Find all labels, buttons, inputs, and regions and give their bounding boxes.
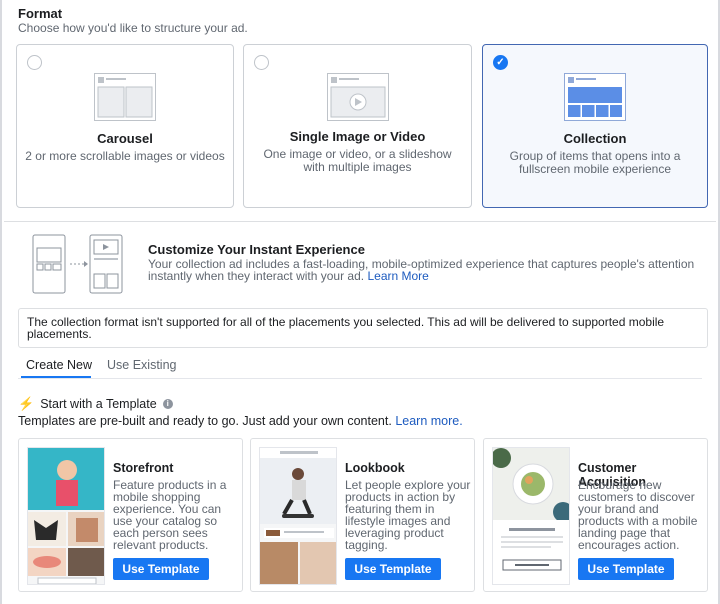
lightning-bolt-icon: ⚡ <box>18 396 35 411</box>
learn-more-link[interactable]: Learn More <box>367 269 428 283</box>
storefront-description: Feature products in a mobile shopping ex… <box>113 478 227 552</box>
format-option-collection[interactable]: ✓ Collection Group of items that opens i… <box>482 44 708 208</box>
single-image-video-description: One image or video, or a slideshow with … <box>263 147 452 174</box>
template-card-customer-acquisition: Customer Acquisition Encourage new custo… <box>483 438 708 592</box>
storefront-title: Storefront <box>113 461 174 475</box>
template-heading-text: Start with a Template <box>40 397 157 411</box>
instant-experience-description: Your collection ad includes a fast-loadi… <box>148 258 696 282</box>
collection-illustration-icon <box>564 73 626 121</box>
active-tab-indicator <box>21 376 91 378</box>
lookbook-title: Lookbook <box>345 461 405 475</box>
single-image-video-title: Single Image or Video <box>289 129 426 144</box>
storefront-use-template-button[interactable]: Use Template <box>113 558 209 580</box>
tab-create-new[interactable]: Create New <box>26 358 92 372</box>
radio-unchecked-icon[interactable] <box>254 55 269 70</box>
storefront-preview-image <box>27 447 105 585</box>
template-card-lookbook: Lookbook Let people explore your product… <box>250 438 475 592</box>
format-subtitle: Choose how you'd like to structure your … <box>18 21 248 35</box>
carousel-illustration-icon <box>94 73 156 121</box>
template-learn-more-link[interactable]: Learn more. <box>395 414 462 428</box>
info-icon[interactable]: i <box>162 399 173 409</box>
customer-acquisition-use-template-button[interactable]: Use Template <box>578 558 674 580</box>
placement-notice: The collection format isn't supported fo… <box>18 308 708 348</box>
carousel-description: 2 or more scrollable images or videos <box>25 149 225 163</box>
tab-rule <box>18 378 702 379</box>
format-option-single-image-video[interactable]: Single Image or Video One image or video… <box>243 44 472 208</box>
format-title: Format <box>18 6 63 21</box>
instant-experience-title: Customize Your Instant Experience <box>148 242 365 257</box>
collection-description: Group of items that opens into a fullscr… <box>509 149 681 176</box>
carousel-title: Carousel <box>97 131 153 146</box>
format-panel: Format Choose how you'd like to structur… <box>0 0 720 604</box>
lookbook-preview-image <box>259 447 337 585</box>
tab-use-existing[interactable]: Use Existing <box>107 358 176 372</box>
template-card-storefront: Storefront Feature products in a mobile … <box>18 438 243 592</box>
collection-title: Collection <box>563 131 627 146</box>
customer-acquisition-preview-image <box>492 447 570 585</box>
video-illustration-icon <box>326 73 389 121</box>
template-subtitle-text: Templates are pre-built and ready to go.… <box>18 414 392 428</box>
lookbook-description: Let people explore your products in acti… <box>345 478 471 552</box>
checkmark-icon[interactable]: ✓ <box>493 55 508 70</box>
template-subtitle: Templates are pre-built and ready to go.… <box>18 414 463 428</box>
radio-unchecked-icon[interactable] <box>27 55 42 70</box>
instant-experience-illustration-icon <box>32 234 123 294</box>
lookbook-use-template-button[interactable]: Use Template <box>345 558 441 580</box>
template-heading: ⚡ Start with a Template i <box>18 396 173 412</box>
section-divider <box>4 221 716 222</box>
format-option-carousel[interactable]: Carousel 2 or more scrollable images or … <box>16 44 234 208</box>
customer-acquisition-description: Encourage new customers to discover your… <box>578 478 698 552</box>
